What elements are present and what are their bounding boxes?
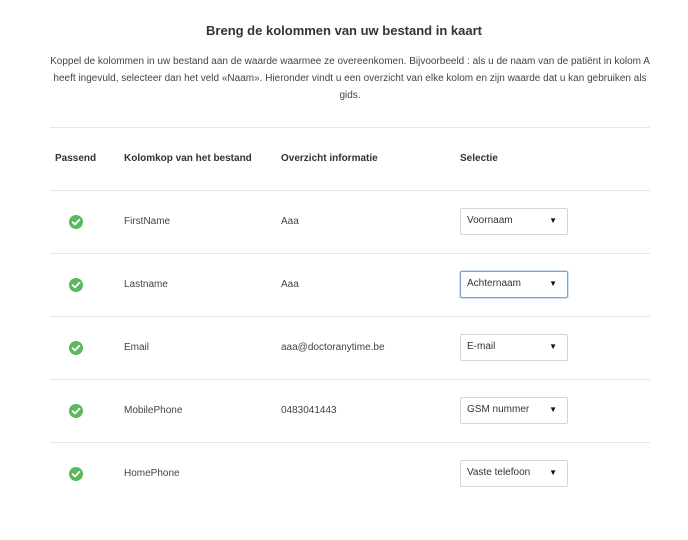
header-selection: Selectie [460, 153, 498, 164]
table-row: FirstName Aaa Voornaam ▼ [50, 191, 650, 253]
select-value: E-mail [467, 341, 496, 352]
select-value: Voornaam [467, 215, 513, 226]
overview-value: Aaa [281, 216, 299, 227]
field-select-lastname[interactable]: Achternaam ▼ [460, 271, 568, 298]
column-name: FirstName [124, 216, 171, 227]
page-title: Breng de kolommen van uw bestand in kaar… [206, 23, 482, 38]
field-select-mobilephone[interactable]: GSM nummer ▼ [460, 397, 568, 424]
overview-value: Aaa [281, 279, 299, 290]
triangle-down-icon: ▼ [549, 405, 557, 414]
table-row: MobilePhone 0483041443 GSM nummer ▼ [50, 380, 650, 442]
table-row: Email aaa@doctoranytime.be E-mail ▼ [50, 317, 650, 379]
triangle-down-icon: ▼ [549, 279, 557, 288]
check-circle-icon [69, 404, 83, 418]
select-value: Achternaam [467, 278, 521, 289]
column-name: HomePhone [124, 468, 180, 479]
table-row: HomePhone Vaste telefoon ▼ [50, 443, 650, 505]
triangle-down-icon: ▼ [549, 216, 557, 225]
column-name: Email [124, 342, 150, 353]
table-row: Lastname Aaa Achternaam ▼ [50, 254, 650, 316]
check-circle-icon [69, 341, 83, 355]
select-value: GSM nummer [467, 404, 530, 415]
triangle-down-icon: ▼ [549, 342, 557, 351]
overview-value: 0483041443 [281, 405, 337, 416]
column-name: MobilePhone [124, 405, 183, 416]
page-description: Koppel de kolommen in uw bestand aan de … [50, 56, 650, 101]
header-match: Passend [55, 153, 97, 164]
triangle-down-icon: ▼ [549, 468, 557, 477]
overview-value: aaa@doctoranytime.be [281, 342, 385, 353]
field-select-homephone[interactable]: Vaste telefoon ▼ [460, 460, 568, 487]
field-select-email[interactable]: E-mail ▼ [460, 334, 568, 361]
column-name: Lastname [124, 279, 168, 290]
select-value: Vaste telefoon [467, 467, 531, 478]
table-header: Passend Kolomkop van het bestand Overzic… [50, 128, 650, 190]
field-select-firstname[interactable]: Voornaam ▼ [460, 208, 568, 235]
check-circle-icon [69, 278, 83, 292]
check-circle-icon [69, 467, 83, 481]
check-circle-icon [69, 215, 83, 229]
mapping-table: Passend Kolomkop van het bestand Overzic… [50, 127, 650, 505]
header-column: Kolomkop van het bestand [124, 153, 252, 164]
header-overview: Overzicht informatie [281, 153, 378, 164]
